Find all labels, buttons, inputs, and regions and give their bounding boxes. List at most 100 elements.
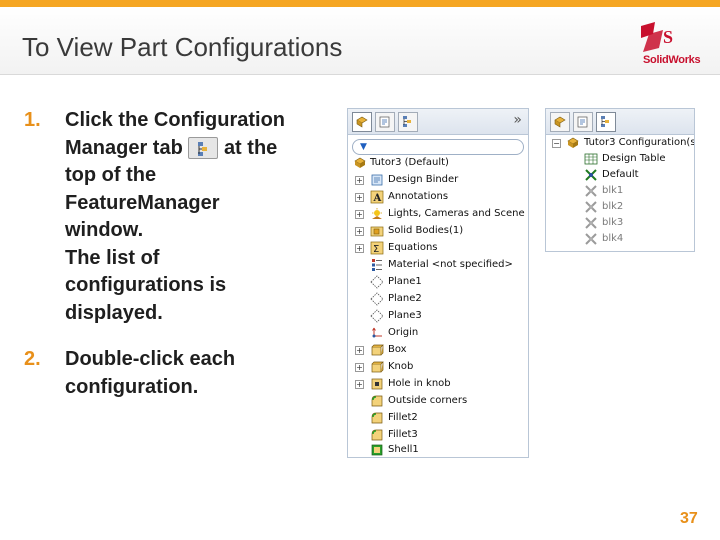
material-icon	[372, 259, 382, 271]
design-table-icon	[584, 153, 598, 165]
tree-row-root[interactable]: Tutor3 (Default)	[348, 155, 528, 172]
config-icon	[585, 185, 597, 197]
solid-bodies-icon	[370, 226, 384, 237]
tree-label: Tutor3 (Default)	[370, 157, 449, 168]
tree-row[interactable]: + Knob	[348, 359, 528, 376]
config-item[interactable]: blk4	[546, 231, 694, 248]
tab-configurationmanager[interactable]	[596, 112, 616, 132]
config-icon	[585, 201, 597, 213]
tree-row[interactable]: + Hole in knob	[348, 376, 528, 393]
step-text-fragment: at the	[223, 136, 278, 159]
tree-label: Hole in knob	[388, 378, 451, 389]
page-number: 37	[680, 510, 698, 527]
config-item[interactable]: Default	[546, 167, 694, 184]
tree-label: Outside corners	[388, 395, 468, 406]
panel-tabbar	[546, 109, 694, 135]
collapse-panel-icon[interactable]: »	[513, 112, 522, 128]
tree-row[interactable]: Origin	[348, 325, 528, 342]
tree-row[interactable]: + Lights, Cameras and Scene	[348, 206, 528, 223]
tree-row[interactable]: + Design Binder	[348, 172, 528, 189]
config-item[interactable]: blk2	[546, 199, 694, 216]
tree-label: Design Table	[602, 153, 666, 164]
plane-icon	[370, 309, 384, 323]
tree-row[interactable]: Material <not specified>	[348, 257, 528, 274]
lights-icon	[372, 208, 382, 219]
expand-icon[interactable]: +	[355, 227, 364, 236]
tree-row[interactable]: + Solid Bodies(1)	[348, 223, 528, 240]
tree-label: Shell1	[388, 444, 419, 455]
hole-icon	[371, 378, 383, 390]
tab-featuremanager[interactable]	[352, 112, 372, 132]
tab-featuremanager[interactable]	[550, 112, 570, 132]
expand-icon[interactable]: +	[355, 346, 364, 355]
tree-label: blk1	[602, 185, 624, 196]
collapse-icon[interactable]: −	[552, 139, 561, 148]
expand-icon[interactable]: +	[355, 244, 364, 253]
plane-icon	[370, 292, 384, 306]
config-tree-root[interactable]: − Tutor3 Configuration(s)	[546, 135, 694, 152]
slide-header: To View Part Configurations	[0, 7, 720, 75]
step-text-line: The list of	[65, 246, 160, 269]
step-text-line: configuration.	[65, 375, 199, 398]
tree-label: Plane2	[388, 293, 422, 304]
tree-label: Material <not specified>	[388, 259, 513, 270]
config-item[interactable]: blk3	[546, 215, 694, 232]
tree-label: Knob	[388, 361, 414, 372]
step-text-line: FeatureManager	[65, 191, 220, 214]
step-text-line: displayed.	[65, 301, 163, 324]
step-text-line: window.	[65, 219, 144, 241]
config-icon	[585, 217, 597, 229]
tree-label: Design Binder	[388, 174, 459, 185]
step-text-line: Double-click each	[65, 348, 236, 370]
tree-row[interactable]: Plane1	[348, 274, 528, 291]
tab-configurationmanager[interactable]	[398, 112, 418, 132]
step-text-line: top of the	[65, 164, 157, 186]
tree-row[interactable]: + Box	[348, 342, 528, 359]
tree-row[interactable]: Shell1	[348, 442, 528, 457]
configuration-manager-tab-icon	[188, 136, 219, 159]
filter-input[interactable]: ▼	[352, 139, 524, 155]
step-text-line: Manager tab at the	[65, 135, 277, 163]
expand-icon[interactable]: +	[355, 193, 364, 202]
annotations-icon: A	[370, 190, 384, 204]
tree-row[interactable]: Plane3	[348, 308, 528, 325]
binder-icon	[371, 174, 383, 186]
svg-text:A: A	[373, 193, 382, 204]
extrude-feature-icon	[371, 361, 384, 373]
extrude-feature-icon	[371, 344, 384, 356]
tree-label: Equations	[388, 242, 438, 253]
step-text-fragment: Manager tab	[65, 136, 183, 159]
tree-row[interactable]: + A Annotations	[348, 189, 528, 206]
filter-icon: ▼	[360, 142, 367, 152]
config-item[interactable]: Design Table	[546, 151, 694, 168]
part-icon	[567, 137, 579, 148]
tab-propertymanager[interactable]	[375, 112, 395, 132]
tree-label: Plane1	[388, 276, 422, 287]
tree-label: Default	[602, 169, 639, 180]
tree-row[interactable]: Plane2	[348, 291, 528, 308]
tree-label: Origin	[388, 327, 419, 338]
expand-icon[interactable]: +	[355, 210, 364, 219]
fillet-icon	[371, 412, 383, 424]
tree-label: Tutor3 Configuration(s)	[584, 137, 695, 148]
tree-row[interactable]: + Σ Equations	[348, 240, 528, 257]
step-number: 1.	[24, 109, 41, 131]
fillet-icon	[371, 429, 383, 441]
featuremanager-panel: » ▼ Tutor3 (Default) + Design Binder + A…	[347, 108, 529, 458]
svg-text:S: S	[663, 27, 673, 47]
configurationmanager-panel: − Tutor3 Configuration(s) Design Table D…	[545, 108, 695, 252]
tree-label: Annotations	[388, 191, 449, 202]
expand-icon[interactable]: +	[355, 380, 364, 389]
expand-icon[interactable]: +	[355, 176, 364, 185]
tree-label: Box	[388, 344, 407, 355]
tab-propertymanager[interactable]	[573, 112, 593, 132]
tree-row[interactable]: Outside corners	[348, 393, 528, 410]
expand-icon[interactable]: +	[355, 363, 364, 372]
config-icon	[585, 233, 597, 245]
config-item[interactable]: blk1	[546, 183, 694, 200]
tree-label: Lights, Cameras and Scene	[388, 208, 525, 219]
step-1: 1. Click the Configuration Manager tab a…	[24, 107, 344, 327]
part-icon	[354, 157, 366, 168]
panel-tabbar: »	[348, 109, 528, 135]
tree-row[interactable]: Fillet2	[348, 410, 528, 427]
